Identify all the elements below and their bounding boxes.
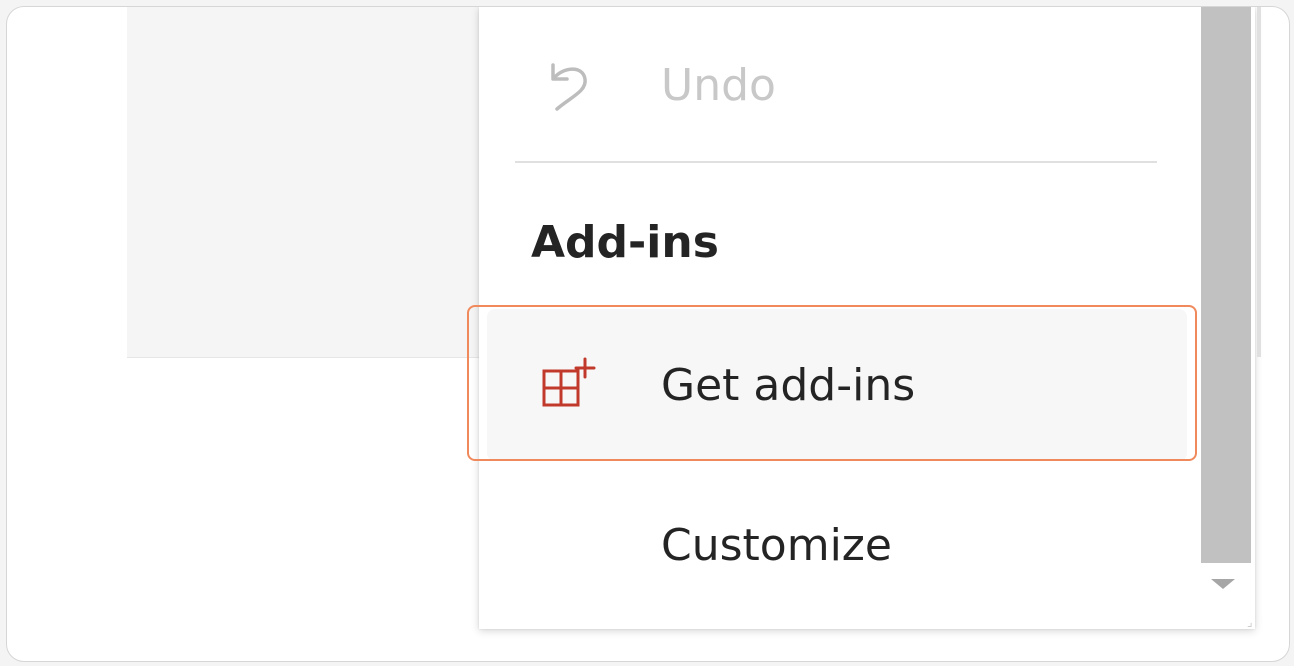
resize-grip-icon[interactable]: ⌟ [1247, 615, 1255, 629]
menu-item-customize[interactable]: Customize [487, 471, 1187, 619]
menu-item-get-add-ins[interactable]: Get add-ins [487, 309, 1187, 461]
get-add-ins-label: Get add-ins [661, 359, 916, 411]
scrollbar-thumb[interactable] [1201, 7, 1251, 563]
undo-icon [539, 55, 599, 115]
customize-label: Customize [661, 519, 892, 571]
section-heading-add-ins: Add-ins [531, 217, 719, 268]
add-ins-grid-icon [539, 355, 599, 415]
screenshot-frame: Undo Add-ins Get add-ins Customize ⌟ [6, 6, 1290, 662]
scroll-down-arrow-icon[interactable] [1211, 579, 1235, 589]
menu-scrollbar[interactable] [1201, 7, 1261, 629]
menu-divider [515, 161, 1157, 163]
context-menu: Undo Add-ins Get add-ins Customize ⌟ [467, 7, 1261, 629]
scrollbar-track [1257, 7, 1261, 357]
undo-label: Undo [661, 59, 776, 111]
menu-item-undo[interactable]: Undo [487, 7, 1187, 163]
app-background: Undo Add-ins Get add-ins Customize ⌟ [127, 7, 1261, 661]
